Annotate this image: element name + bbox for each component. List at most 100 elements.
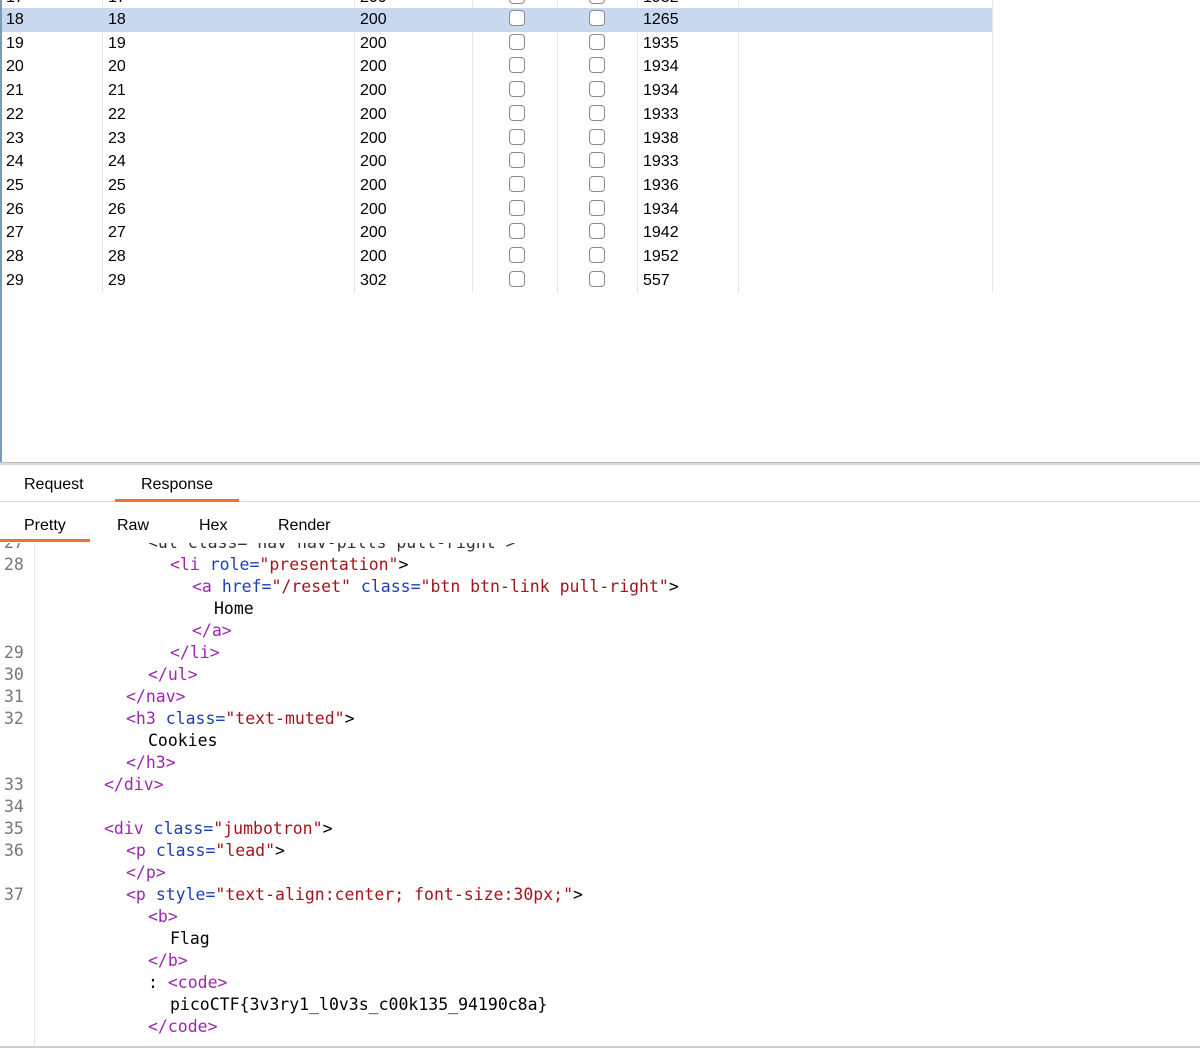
tab-label: Hex bbox=[199, 517, 228, 534]
table-row[interactable]: 24 24 200 1933 bbox=[2, 150, 992, 174]
line-number: 30 bbox=[4, 665, 24, 684]
html-punct: > bbox=[322, 819, 333, 838]
error-checkbox[interactable] bbox=[509, 10, 525, 26]
code-line: <h3 class="text-muted"> bbox=[126, 708, 355, 730]
html-tag: </ul> bbox=[148, 665, 198, 684]
timeout-checkbox[interactable] bbox=[589, 33, 605, 50]
tab-raw[interactable]: Raw bbox=[117, 516, 149, 536]
error-checkbox[interactable] bbox=[509, 175, 525, 192]
cell-status: 200 bbox=[360, 129, 387, 147]
cell-payload: 17 bbox=[108, 0, 126, 8]
cell-request-number: 25 bbox=[6, 176, 24, 194]
error-checkbox[interactable] bbox=[509, 104, 525, 121]
error-checkbox[interactable] bbox=[509, 33, 525, 50]
error-checkbox[interactable] bbox=[509, 0, 525, 4]
timeout-checkbox[interactable] bbox=[589, 81, 605, 98]
cell-payload: 22 bbox=[108, 105, 126, 123]
line-number: 33 bbox=[4, 775, 24, 794]
cell-request-number: 17 bbox=[6, 0, 24, 8]
table-row[interactable]: 29 29 302 557 bbox=[2, 269, 992, 293]
html-attribute: class= bbox=[165, 709, 226, 728]
error-checkbox[interactable] bbox=[509, 199, 525, 216]
table-row[interactable]: 22 22 200 1933 bbox=[2, 103, 992, 127]
cell-length: 1938 bbox=[643, 129, 679, 147]
error-checkbox[interactable] bbox=[509, 152, 525, 169]
tab-request[interactable]: Request bbox=[24, 475, 84, 495]
html-tag: <li bbox=[170, 555, 210, 574]
html-tag: <h3 bbox=[126, 709, 166, 728]
code-line: <a href="/reset" class="btn btn-link pul… bbox=[192, 576, 679, 598]
line-number: 37 bbox=[4, 885, 24, 904]
active-tab-indicator bbox=[0, 539, 90, 542]
table-row[interactable]: 20 20 200 1934 bbox=[2, 55, 992, 79]
flag-value: picoCTF{3v3ry1_l0v3s_c00k135_94190c8a} bbox=[170, 995, 548, 1014]
error-checkbox[interactable] bbox=[509, 81, 525, 98]
html-tag: </code> bbox=[148, 1017, 218, 1036]
request-response-tabs: Request Response bbox=[0, 465, 1200, 502]
code-line: <li role="presentation"> bbox=[170, 554, 408, 576]
code-text: Cookies bbox=[148, 731, 218, 750]
code-line: : <code> bbox=[148, 972, 227, 994]
table-row[interactable]: 25 25 200 1936 bbox=[2, 174, 992, 198]
tab-response[interactable]: Response bbox=[115, 475, 240, 502]
timeout-checkbox[interactable] bbox=[589, 0, 605, 4]
timeout-checkbox[interactable] bbox=[589, 152, 605, 169]
cell-request-number: 18 bbox=[6, 11, 24, 28]
tab-pretty[interactable]: Pretty bbox=[0, 516, 90, 542]
cell-request-number: 21 bbox=[6, 82, 24, 100]
table-row[interactable]: 27 27 200 1942 bbox=[2, 221, 992, 245]
line-number: 35 bbox=[4, 819, 24, 838]
table-row[interactable]: 23 23 200 1938 bbox=[2, 127, 992, 151]
cell-payload: 29 bbox=[108, 271, 126, 289]
timeout-checkbox[interactable] bbox=[589, 10, 605, 26]
cell-status: 200 bbox=[360, 153, 387, 171]
cell-payload: 27 bbox=[108, 224, 126, 242]
table-row[interactable]: 26 26 200 1934 bbox=[2, 198, 992, 222]
timeout-checkbox[interactable] bbox=[589, 199, 605, 216]
cell-status: 200 bbox=[360, 34, 387, 52]
line-number: 28 bbox=[4, 555, 24, 574]
tab-label: Response bbox=[141, 476, 214, 493]
tab-hex[interactable]: Hex bbox=[199, 516, 227, 536]
cell-payload: 18 bbox=[108, 11, 126, 28]
line-number: 36 bbox=[4, 841, 24, 860]
html-tag: </h3> bbox=[126, 753, 176, 772]
html-punct: > bbox=[344, 709, 355, 728]
code-text: : bbox=[148, 973, 168, 992]
error-checkbox[interactable] bbox=[509, 128, 525, 145]
timeout-checkbox[interactable] bbox=[589, 223, 605, 240]
table-row[interactable]: 19 19 200 1935 bbox=[2, 32, 992, 56]
html-attribute: class= bbox=[155, 841, 216, 860]
table-row[interactable]: 18 18 200 1265 bbox=[2, 8, 992, 32]
line-number: 32 bbox=[4, 709, 24, 728]
tab-render[interactable]: Render bbox=[278, 516, 330, 536]
html-tag: </p> bbox=[126, 863, 166, 882]
cell-status: 200 bbox=[360, 11, 387, 28]
timeout-checkbox[interactable] bbox=[589, 270, 605, 287]
html-tag: </div> bbox=[104, 775, 164, 794]
timeout-checkbox[interactable] bbox=[589, 57, 605, 74]
cell-length: 1933 bbox=[643, 153, 679, 171]
error-checkbox[interactable] bbox=[509, 247, 525, 263]
cell-status: 200 bbox=[360, 248, 387, 265]
timeout-checkbox[interactable] bbox=[589, 247, 605, 263]
table-row[interactable]: 28 28 200 1952 bbox=[2, 245, 992, 269]
table-row[interactable]: 21 21 200 1934 bbox=[2, 79, 992, 103]
html-attribute: class= bbox=[153, 819, 214, 838]
cell-status: 200 bbox=[360, 82, 387, 100]
cell-request-number: 26 bbox=[6, 200, 24, 218]
line-number: 27 bbox=[4, 543, 30, 554]
column-divider[interactable] bbox=[992, 0, 993, 293]
html-tag: <code> bbox=[167, 973, 228, 992]
timeout-checkbox[interactable] bbox=[589, 128, 605, 145]
error-checkbox[interactable] bbox=[509, 270, 525, 287]
response-code-editor[interactable]: 27 <ul class="nav nav-pills pull-right">… bbox=[0, 543, 1200, 1048]
timeout-checkbox[interactable] bbox=[589, 175, 605, 192]
cell-payload: 23 bbox=[108, 129, 126, 147]
error-checkbox[interactable] bbox=[509, 57, 525, 74]
cell-length: 557 bbox=[643, 271, 670, 289]
html-tag: <div bbox=[104, 819, 154, 838]
timeout-checkbox[interactable] bbox=[589, 104, 605, 121]
html-tag: <a bbox=[192, 577, 222, 596]
error-checkbox[interactable] bbox=[509, 223, 525, 240]
